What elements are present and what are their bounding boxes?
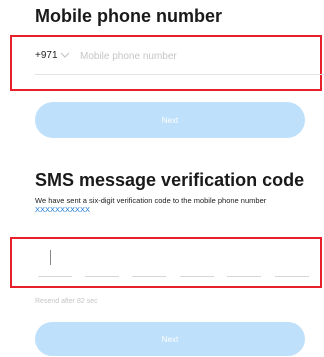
code-digit-slot-6[interactable] (275, 276, 309, 277)
sms-description: We have sent a six-digit verification co… (35, 196, 295, 214)
sms-section-title: SMS message verification code (35, 170, 305, 190)
phone-next-button[interactable]: Next (35, 102, 305, 138)
phone-number-input[interactable] (80, 48, 280, 64)
masked-phone-number: XXXXXXXXXXX (35, 205, 91, 214)
resend-countdown: Resend after 82 sec (35, 298, 98, 305)
code-digit-slot-4[interactable] (180, 276, 214, 277)
chevron-down-icon[interactable] (60, 51, 70, 59)
code-digit-slot-1[interactable] (38, 276, 72, 277)
code-digit-slot-2[interactable] (85, 276, 119, 277)
country-code-selector[interactable]: +971 (35, 50, 58, 61)
code-field-highlight (10, 237, 322, 288)
text-cursor (50, 250, 51, 265)
code-digit-slot-3[interactable] (132, 276, 166, 277)
sms-description-text: We have sent a six-digit verification co… (35, 196, 267, 205)
phone-input-row: +971 (35, 48, 324, 75)
phone-section-title: Mobile phone number (35, 6, 222, 26)
verify-next-button[interactable]: Next (35, 322, 305, 356)
code-digit-slot-5[interactable] (227, 276, 261, 277)
